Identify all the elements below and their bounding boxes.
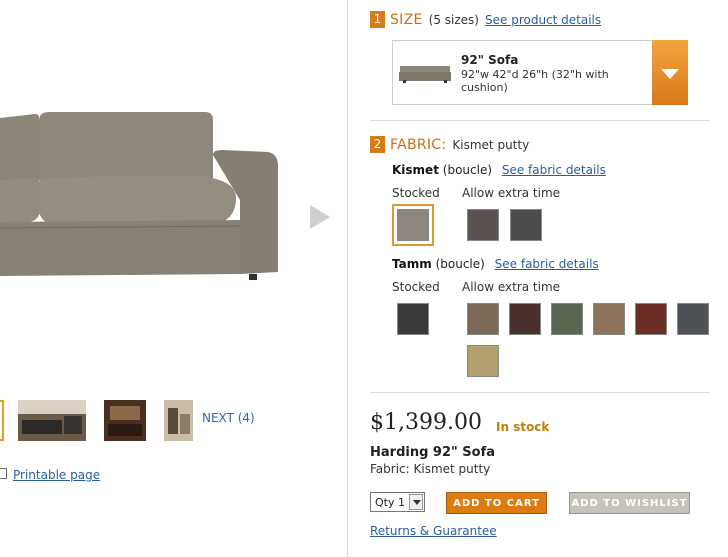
fabric-step-header: 2 FABRIC: Kismet putty <box>370 136 535 153</box>
section-divider <box>370 120 710 121</box>
size-count: (5 sizes) <box>428 12 479 27</box>
fabric-swatch[interactable] <box>467 303 499 335</box>
thumbnail-room-2[interactable] <box>104 400 146 441</box>
fabric-swatch[interactable] <box>510 209 542 241</box>
fabric-selected: Kismet putty <box>452 137 530 152</box>
step-number: 2 <box>370 136 385 153</box>
fabric-swatch[interactable] <box>392 204 434 246</box>
product-fabric: Fabric: Kismet putty <box>370 462 491 476</box>
thumbnail-room-3[interactable] <box>164 400 193 441</box>
fabric-swatch[interactable] <box>467 345 499 377</box>
size-title: SIZE <box>390 11 423 28</box>
fabric-title: FABRIC: <box>390 136 447 153</box>
printer-icon <box>0 468 7 479</box>
fabric-swatch[interactable] <box>509 303 541 335</box>
fabric-group-type: (boucle) <box>442 163 493 177</box>
quantity-select[interactable]: Qty 1 <box>370 492 425 512</box>
fabric-swatch[interactable] <box>635 303 667 335</box>
fabric-details-link[interactable]: See fabric details <box>502 163 606 177</box>
fabric-group-name: Kismet <box>392 163 439 177</box>
thumbnail-room-1[interactable] <box>18 400 86 441</box>
add-to-wishlist-button[interactable]: ADD TO WISHLIST <box>569 492 690 514</box>
extra-time-label: Allow extra time <box>462 186 561 200</box>
stocked-label: Stocked <box>392 186 440 200</box>
size-name: 92" Sofa <box>461 53 519 67</box>
chevron-down-icon <box>661 69 679 79</box>
size-step-header: 1 SIZE (5 sizes) See product details <box>370 11 601 28</box>
add-to-cart-button[interactable]: ADD TO CART <box>446 492 547 514</box>
product-gallery: NEXT (4) Printable page <box>0 0 347 557</box>
section-divider <box>370 392 710 393</box>
fabric-swatch[interactable] <box>677 303 709 335</box>
fabric-swatch[interactable] <box>551 303 583 335</box>
chevron-down-icon <box>413 500 421 505</box>
fabric-swatch[interactable] <box>467 209 499 241</box>
size-dimensions: 92"w 42"d 26"h (32"h with cushion) <box>461 68 609 94</box>
size-dropdown-button[interactable] <box>652 40 688 105</box>
product-price: $1,399.00 <box>370 410 482 435</box>
stock-status: In stock <box>496 420 550 434</box>
fabric-swatch[interactable] <box>397 303 429 335</box>
fabric-group-kismet: Kismet (boucle) See fabric details <box>392 163 606 177</box>
printable-page-link[interactable]: Printable page <box>13 468 100 482</box>
fabric-swatch[interactable] <box>593 303 625 335</box>
stocked-label: Stocked <box>392 280 440 294</box>
sofa-image <box>0 112 278 280</box>
fabric-group-type: (boucle) <box>435 257 485 271</box>
fabric-group-tamm: Tamm (boucle) See fabric details <box>392 257 599 271</box>
gallery-next-link[interactable]: NEXT (4) <box>202 411 255 425</box>
sofa-thumbnail <box>399 66 451 83</box>
quantity-dropdown[interactable] <box>409 494 423 510</box>
thumbnail-selected[interactable] <box>0 400 4 441</box>
returns-guarantee-link[interactable]: Returns & Guarantee <box>370 524 497 538</box>
size-selector[interactable]: 92" Sofa 92"w 42"d 26"h (32"h with cushi… <box>392 40 688 105</box>
extra-time-label: Allow extra time <box>462 280 561 294</box>
quantity-value: Qty 1 <box>375 496 405 509</box>
product-name: Harding 92" Sofa <box>370 445 496 460</box>
fabric-details-link[interactable]: See fabric details <box>495 257 599 271</box>
fabric-group-name: Tamm <box>392 257 432 271</box>
product-options: 1 SIZE (5 sizes) See product details 92"… <box>348 0 728 557</box>
step-number: 1 <box>370 11 385 28</box>
product-details-link[interactable]: See product details <box>485 13 601 27</box>
next-image-arrow[interactable] <box>310 205 330 229</box>
